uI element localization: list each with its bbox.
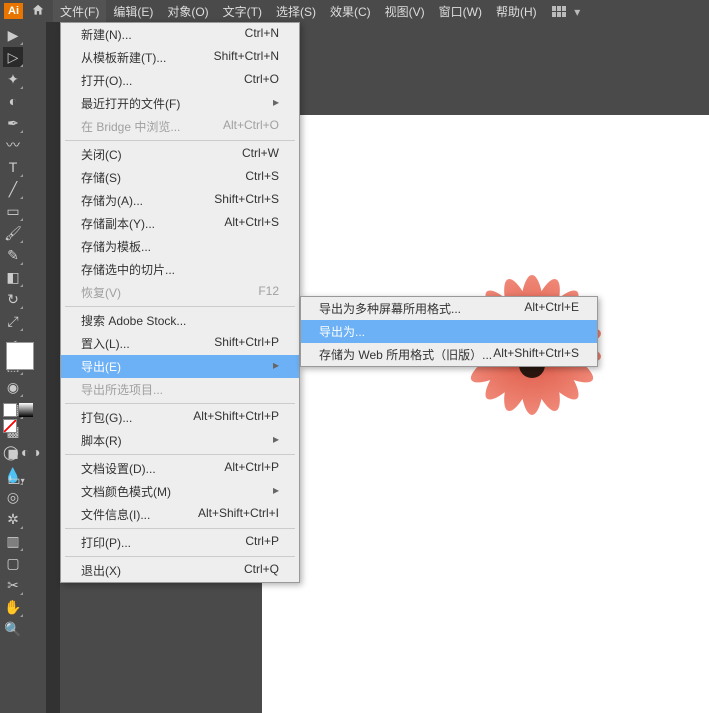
file-menu-dropdown: 新建(N)...Ctrl+N从模板新建(T)...Shift+Ctrl+N打开(…: [60, 22, 300, 583]
rotate-tool[interactable]: ↻: [3, 289, 23, 309]
menu-type[interactable]: 文字(T): [216, 0, 269, 23]
menu-effect[interactable]: 效果(C): [323, 0, 378, 23]
shaper-tool[interactable]: ✎: [3, 245, 23, 265]
menu-item: 在 Bridge 中浏览...Alt+Ctrl+O: [61, 115, 299, 138]
menu-window[interactable]: 窗口(W): [432, 0, 489, 23]
panel-gutter: [46, 22, 60, 713]
menu-item[interactable]: 搜索 Adobe Stock...: [61, 309, 299, 332]
zoom-tool[interactable]: 🔍: [3, 619, 23, 639]
color-mode-row: [0, 400, 44, 436]
menu-item: 导出所选项目...: [61, 378, 299, 401]
draw-normal-icon[interactable]: ◯: [3, 443, 19, 461]
color-mode-solid[interactable]: [3, 403, 17, 417]
menu-item[interactable]: 存储选中的切片...: [61, 258, 299, 281]
line-tool[interactable]: ╱: [3, 179, 23, 199]
color-mode-gradient[interactable]: [19, 403, 33, 417]
menu-item[interactable]: 存储(S)Ctrl+S: [61, 166, 299, 189]
graph-tool[interactable]: ▥: [3, 531, 23, 551]
menu-item[interactable]: 置入(L)...Shift+Ctrl+P: [61, 332, 299, 355]
menu-item[interactable]: 打开(O)...Ctrl+O: [61, 69, 299, 92]
menu-item[interactable]: 打印(P)...Ctrl+P: [61, 531, 299, 554]
eraser-tool[interactable]: ◧: [3, 267, 23, 287]
export-submenu: 导出为多种屏幕所用格式...Alt+Ctrl+E导出为...存储为 Web 所用…: [300, 296, 598, 367]
paintbrush-tool[interactable]: 🖌: [3, 223, 23, 243]
menu-item[interactable]: 文档颜色模式(M)▸: [61, 480, 299, 503]
home-icon[interactable]: [31, 3, 45, 20]
canvas-artboard[interactable]: [262, 115, 709, 713]
menu-item[interactable]: 文档设置(D)...Alt+Ctrl+P: [61, 457, 299, 480]
color-mode-none[interactable]: [3, 419, 17, 433]
draw-mode-row: ◯ ◐ ◑: [0, 440, 44, 464]
rectangle-tool[interactable]: ▭: [3, 201, 23, 221]
type-tool[interactable]: T: [3, 157, 23, 177]
magic-wand-tool[interactable]: ✦: [3, 69, 23, 89]
menu-help[interactable]: 帮助(H): [489, 0, 544, 23]
menu-item[interactable]: 存储为模板...: [61, 235, 299, 258]
screen-mode-icon[interactable]: ▭▾: [6, 470, 26, 490]
color-swatch-area: ◯ ◐ ◑ ▭▾: [0, 340, 44, 491]
menu-item[interactable]: 存储为(A)...Shift+Ctrl+S: [61, 189, 299, 212]
pen-tool[interactable]: ✒: [3, 113, 23, 133]
lasso-tool[interactable]: ◐: [3, 91, 23, 111]
curvature-tool[interactable]: 〰: [3, 135, 23, 155]
menu-select[interactable]: 选择(S): [269, 0, 323, 23]
menu-edit[interactable]: 编辑(E): [106, 0, 160, 23]
submenu-item[interactable]: 存储为 Web 所用格式（旧版）...Alt+Shift+Ctrl+S: [301, 343, 597, 366]
hand-tool[interactable]: ✋: [3, 597, 23, 617]
menu-view[interactable]: 视图(V): [378, 0, 432, 23]
submenu-item[interactable]: 导出为多种屏幕所用格式...Alt+Ctrl+E: [301, 297, 597, 320]
fill-swatch[interactable]: [6, 342, 34, 370]
menu-item[interactable]: 导出(E)▸: [61, 355, 299, 378]
menu-item[interactable]: 关闭(C)Ctrl+W: [61, 143, 299, 166]
artboard-tool[interactable]: ▢: [3, 553, 23, 573]
slice-tool[interactable]: ✂: [3, 575, 23, 595]
draw-inside-icon[interactable]: ◑: [32, 443, 41, 461]
menu-item[interactable]: 存储副本(Y)...Alt+Ctrl+S: [61, 212, 299, 235]
selection-tool[interactable]: ▶: [3, 25, 23, 45]
draw-behind-icon[interactable]: ◐: [21, 443, 30, 461]
menu-item: 恢复(V)F12: [61, 281, 299, 304]
scale-tool[interactable]: ⤢: [3, 311, 23, 331]
direct-selection-tool[interactable]: ▷: [3, 47, 23, 67]
submenu-item[interactable]: 导出为...: [301, 320, 597, 343]
menu-item[interactable]: 从模板新建(T)...Shift+Ctrl+N: [61, 46, 299, 69]
menu-item[interactable]: 打包(G)...Alt+Shift+Ctrl+P: [61, 406, 299, 429]
menu-object[interactable]: 对象(O): [160, 0, 215, 23]
app-logo: Ai: [4, 3, 23, 19]
menubar: Ai 文件(F) 编辑(E) 对象(O) 文字(T) 选择(S) 效果(C) 视…: [0, 0, 709, 22]
menu-item[interactable]: 文件信息(I)...Alt+Shift+Ctrl+I: [61, 503, 299, 526]
menu-item[interactable]: 退出(X)Ctrl+Q: [61, 559, 299, 582]
menu-item[interactable]: 新建(N)...Ctrl+N: [61, 23, 299, 46]
menu-item[interactable]: 脚本(R)▸: [61, 429, 299, 452]
menu-item[interactable]: 最近打开的文件(F)▸: [61, 92, 299, 115]
menu-file[interactable]: 文件(F): [53, 0, 106, 23]
layout-icon[interactable]: ▾: [552, 4, 581, 19]
symbol-sprayer-tool[interactable]: ✲: [3, 509, 23, 529]
